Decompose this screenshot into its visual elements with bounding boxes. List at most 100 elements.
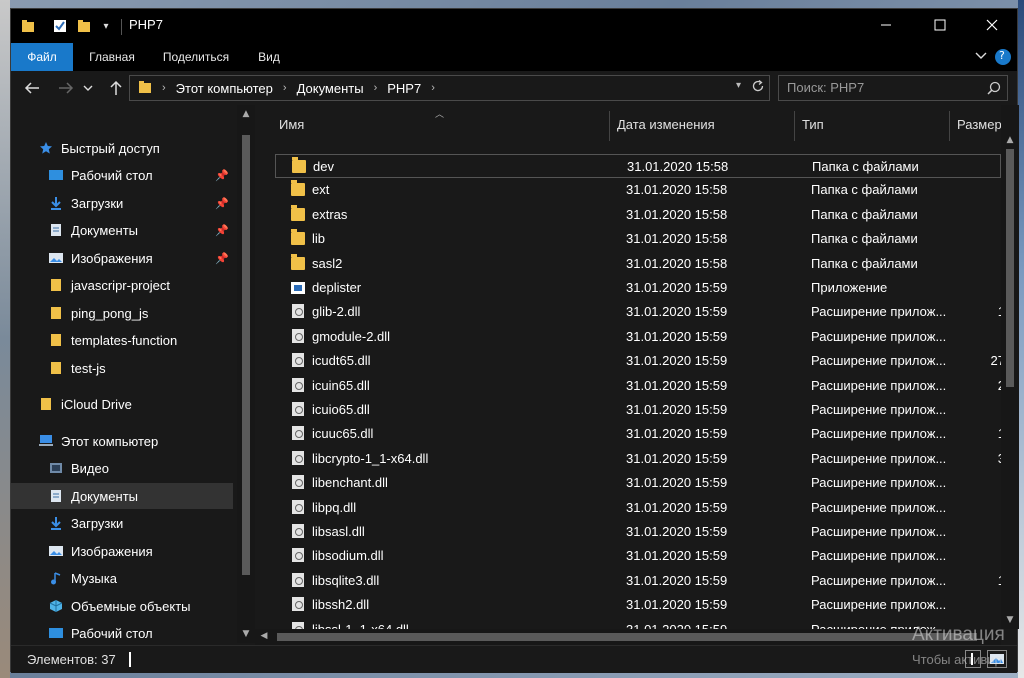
nav-item-ping-pong-js[interactable]: ping_pong_js	[11, 300, 233, 326]
file-date: 31.01.2020 15:58	[626, 255, 728, 271]
breadcrumb-this-pc[interactable]: Этот компьютер	[176, 81, 273, 96]
tab-file[interactable]: Файл	[11, 43, 73, 71]
search-input[interactable]: Поиск: PHP7	[778, 75, 1008, 101]
nav-item-3d-objects[interactable]: Объемные объекты	[11, 593, 233, 619]
dll-file-icon	[292, 328, 304, 343]
nav-icloud-drive[interactable]: iCloud Drive	[11, 391, 233, 417]
application-icon	[291, 282, 305, 294]
properties-icon[interactable]	[51, 17, 69, 35]
address-history-icon[interactable]: ▾	[736, 80, 741, 91]
nav-item-templates-function[interactable]: templates-function	[11, 327, 233, 353]
tab-view[interactable]: Вид	[249, 43, 289, 71]
file-row[interactable]: libcrypto-1_1-x64.dll 31.01.2020 15:59 Рас…	[275, 447, 1001, 471]
minimize-button[interactable]	[863, 9, 909, 41]
back-button[interactable]	[21, 77, 43, 99]
file-row[interactable]: sasl2 31.01.2020 15:58 Папка с файлами	[275, 252, 1001, 276]
file-row[interactable]: icudt65.dll 31.01.2020 15:59 Расширение пр…	[275, 349, 1001, 373]
nav-item-label: Загрузки	[71, 515, 124, 531]
nav-item-pictures-pc[interactable]: Изображения	[11, 538, 233, 564]
file-row[interactable]: ext 31.01.2020 15:58 Папка с файлами	[275, 178, 1001, 202]
column-separator[interactable]	[949, 111, 950, 141]
file-name: deplister	[312, 280, 362, 295]
file-row[interactable]: libenchant.dll 31.01.2020 15:59 Расширение…	[275, 471, 1001, 495]
horizontal-scroll-thumb[interactable]	[277, 633, 977, 641]
expand-ribbon-icon[interactable]	[975, 49, 987, 65]
nav-quick-access[interactable]: Быстрый доступ	[11, 135, 233, 161]
column-header-name[interactable]: Имя	[279, 105, 609, 145]
file-row[interactable]: glib-2.dll 31.01.2020 15:59 Расширение при…	[275, 300, 1001, 324]
file-row[interactable]: libsodium.dll 31.01.2020 15:59 Расширение …	[275, 544, 1001, 568]
window-title: PHP7	[129, 17, 163, 32]
file-row[interactable]: icuuc65.dll 31.01.2020 15:59 Расширение пр…	[275, 422, 1001, 446]
file-name: libpq.dll	[312, 499, 357, 515]
file-list-scrollbar[interactable]: ▲ ▼	[1001, 105, 1019, 629]
column-separator[interactable]	[609, 111, 610, 141]
desktop-icon	[47, 167, 65, 183]
nav-item-downloads[interactable]: Загрузки 📌	[11, 190, 233, 216]
file-size	[965, 398, 1001, 422]
column-header-type[interactable]: Тип	[802, 105, 948, 145]
up-button[interactable]	[105, 77, 127, 99]
file-row[interactable]: libsasl.dll 31.01.2020 15:59 Расширение пр…	[275, 520, 1001, 544]
chevron-right-icon[interactable]: ›	[374, 82, 378, 94]
file-row[interactable]: icuin65.dll 31.01.2020 15:59 Расширение пр…	[275, 374, 1001, 398]
nav-item-documents[interactable]: Документы 📌	[11, 217, 233, 243]
nav-item-javascripr-project[interactable]: javascripr-project	[11, 272, 233, 298]
nav-item-music[interactable]: Музыка	[11, 565, 233, 591]
nav-item-downloads-pc[interactable]: Загрузки	[11, 510, 233, 536]
new-folder-icon[interactable]	[75, 17, 93, 35]
file-row[interactable]: lib 31.01.2020 15:58 Папка с файлами	[275, 227, 1001, 251]
customize-toolbar-icon[interactable]: ▾	[99, 17, 113, 35]
pin-icon: 📌	[215, 169, 229, 182]
file-row[interactable]: libssl-1_1-x64.dll31.01.2020 15:59Расшир…	[275, 618, 1001, 629]
nav-item-label: Документы	[71, 222, 139, 238]
file-size: 27	[990, 353, 1001, 369]
file-row[interactable]: libpq.dll 31.01.2020 15:59 Расширение прил…	[275, 496, 1001, 520]
navigation-scroll-thumb[interactable]	[242, 135, 250, 575]
file-type: Папка с файлами	[811, 182, 918, 198]
file-row[interactable]: icuio65.dll 31.01.2020 15:59 Расширение пр…	[275, 398, 1001, 422]
breadcrumb-php7[interactable]: PHP7	[387, 81, 421, 96]
dll-file-icon	[292, 597, 304, 612]
chevron-right-icon[interactable]: ›	[431, 82, 435, 94]
chevron-right-icon[interactable]: ›	[162, 82, 166, 94]
help-icon[interactable]: ?	[995, 49, 1011, 65]
nav-item-video[interactable]: Видео	[11, 455, 233, 481]
chevron-right-icon[interactable]: ›	[283, 82, 287, 94]
close-button[interactable]	[969, 9, 1015, 41]
file-row[interactable]: deplister 31.01.2020 15:59 Приложение	[275, 276, 1001, 300]
nav-item-label: Музыка	[71, 570, 117, 586]
breadcrumb-documents[interactable]: Документы	[297, 81, 364, 96]
file-row[interactable]: dev 31.01.2020 15:58 Папка с файлами	[275, 154, 1001, 178]
tab-share[interactable]: Поделиться	[155, 43, 237, 71]
forward-button[interactable]	[55, 77, 77, 99]
refresh-icon[interactable]	[749, 79, 767, 97]
file-size: 2	[965, 374, 1001, 398]
file-list-scroll-thumb[interactable]	[1006, 149, 1014, 387]
scroll-left-icon[interactable]: ◀	[255, 631, 273, 641]
scroll-up-icon[interactable]: ▲	[1001, 135, 1019, 145]
nav-item-desktop[interactable]: Рабочий стол 📌	[11, 162, 233, 188]
column-header-size[interactable]: Размер	[957, 105, 1001, 145]
tab-home[interactable]: Главная	[77, 43, 147, 71]
maximize-button[interactable]	[917, 9, 963, 41]
address-bar[interactable]: › Этот компьютер › Документы › PHP7 › ▾	[129, 75, 770, 101]
column-header-date[interactable]: Дата изменения	[617, 105, 793, 145]
nav-item-test-js[interactable]: test-js	[11, 355, 233, 381]
scroll-down-icon[interactable]: ▼	[237, 629, 255, 639]
file-row[interactable]: extras 31.01.2020 15:58 Папка с файлами	[275, 203, 1001, 227]
file-row[interactable]: libssh2.dll 31.01.2020 15:59 Расширение пр…	[275, 593, 1001, 617]
search-icon[interactable]	[987, 76, 1001, 103]
nav-this-pc[interactable]: Этот компьютер	[11, 428, 233, 454]
recent-locations-button[interactable]	[81, 77, 95, 99]
horizontal-scrollbar[interactable]: ◀	[255, 629, 1001, 645]
nav-item-desktop-pc[interactable]: Рабочий стол	[11, 620, 233, 643]
file-row[interactable]: libsqlite3.dll 31.01.2020 15:59 Расширение…	[275, 569, 1001, 593]
nav-item-documents-pc[interactable]: Документы	[11, 483, 233, 509]
nav-item-pictures[interactable]: Изображения 📌	[11, 245, 233, 271]
column-separator[interactable]	[794, 111, 795, 141]
file-row[interactable]: gmodule-2.dll 31.01.2020 15:59 Расширение …	[275, 325, 1001, 349]
scroll-up-icon[interactable]: ▲	[237, 109, 255, 119]
dll-file-icon	[292, 450, 304, 465]
navigation-scrollbar[interactable]: ▲ ▼	[237, 105, 255, 643]
